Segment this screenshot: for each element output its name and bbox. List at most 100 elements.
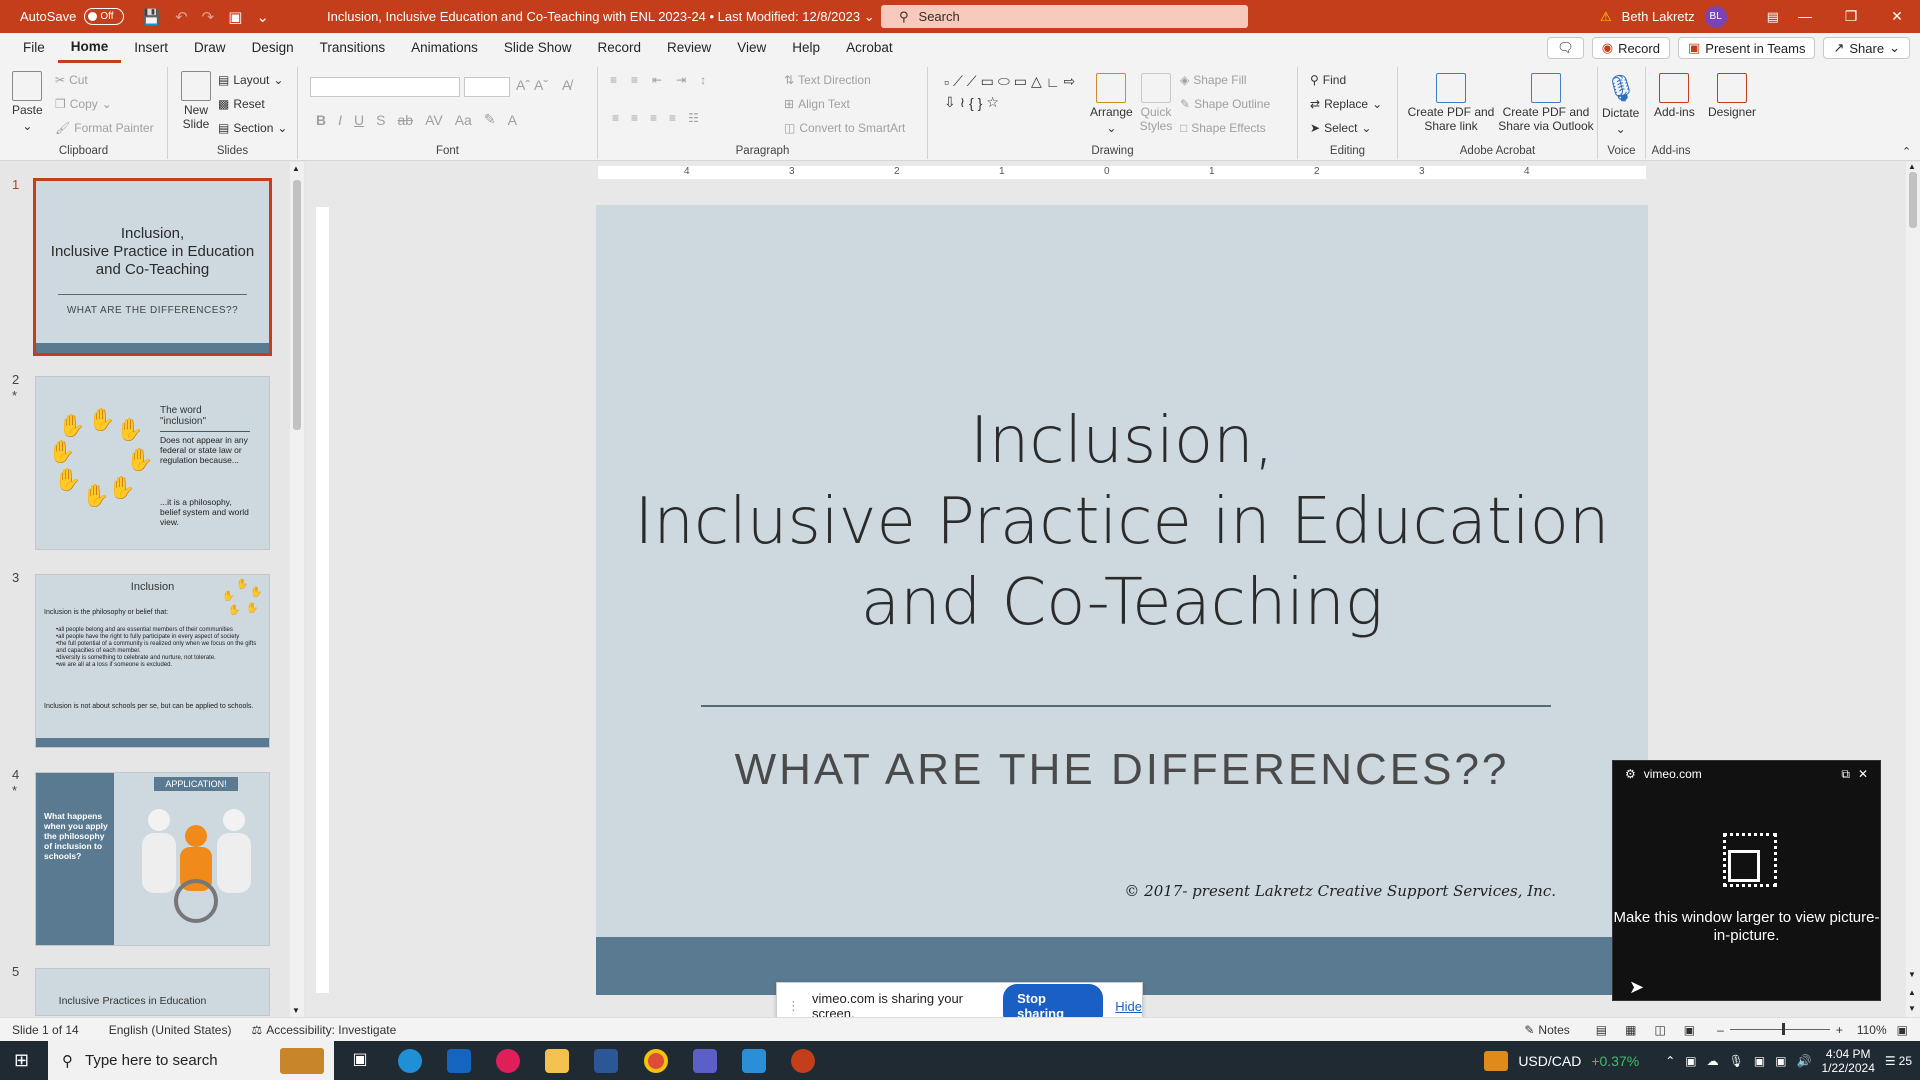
italic-icon[interactable]: I bbox=[338, 112, 342, 128]
cut-button[interactable]: ✂ Cut bbox=[55, 73, 88, 87]
arrange-button[interactable]: Arrange ⌄ bbox=[1090, 73, 1133, 135]
chrome-icon[interactable] bbox=[644, 1049, 668, 1073]
task-view-icon[interactable]: ▣ bbox=[348, 1049, 372, 1073]
restore-icon[interactable]: ❐ bbox=[1828, 0, 1874, 33]
paste-button[interactable]: Paste ⌄ bbox=[12, 71, 43, 133]
meet-now-icon[interactable]: ▣ bbox=[1685, 1054, 1696, 1068]
search-box[interactable]: ⚲ Search bbox=[881, 5, 1248, 28]
picture-in-picture-window[interactable]: ⚙ vimeo.com ⧉ ✕ Make this window larger … bbox=[1612, 760, 1881, 1001]
textbox-icon[interactable]: ▫ bbox=[944, 74, 949, 90]
tab-home[interactable]: Home bbox=[57, 33, 122, 63]
clear-format-icon[interactable]: A̸ bbox=[562, 77, 571, 93]
align-text-button[interactable]: ⊞ Align Text bbox=[784, 97, 850, 111]
tab-record[interactable]: Record bbox=[584, 33, 654, 63]
outlook-icon[interactable] bbox=[447, 1049, 471, 1073]
shape-fill-button[interactable]: ◈ Shape Fill bbox=[1180, 73, 1247, 87]
align-center-icon[interactable]: ≡ bbox=[631, 111, 638, 125]
align-left-icon[interactable]: ≡ bbox=[612, 111, 619, 125]
format-painter-button[interactable]: 🖌 Format Painter bbox=[55, 121, 154, 135]
select-button[interactable]: ➤ Select ⌄ bbox=[1310, 121, 1371, 135]
present-from-start-icon[interactable]: ▣ bbox=[228, 8, 242, 26]
slide-subtitle[interactable]: WHAT ARE THE DIFFERENCES?? bbox=[596, 745, 1648, 795]
slide-thumbnail-1[interactable]: Inclusion, Inclusive Practice in Educati… bbox=[33, 178, 272, 356]
slack-icon[interactable] bbox=[496, 1049, 520, 1073]
triangle-icon[interactable]: △ bbox=[1031, 73, 1042, 90]
oval-icon[interactable]: ⬭ bbox=[998, 73, 1010, 90]
bullets-icon[interactable]: ≡ bbox=[610, 73, 617, 87]
tab-view[interactable]: View bbox=[724, 33, 779, 63]
share-button[interactable]: ↗ Share ⌄ bbox=[1823, 37, 1910, 59]
word-icon[interactable] bbox=[594, 1049, 618, 1073]
shape-effects-button[interactable]: □ Shape Effects bbox=[1180, 121, 1266, 135]
shrink-font-icon[interactable]: Aˇ bbox=[534, 77, 548, 93]
char-spacing-icon[interactable]: AV bbox=[425, 112, 443, 128]
text-direction-button[interactable]: ⇅ Text Direction bbox=[784, 73, 871, 87]
customize-qat-icon[interactable]: ⌄ bbox=[256, 8, 269, 26]
edge-icon[interactable] bbox=[398, 1049, 422, 1073]
curve-icon[interactable]: ≀ bbox=[960, 94, 965, 111]
notifications-button[interactable]: ☰ 25 bbox=[1885, 1054, 1912, 1068]
copy-button[interactable]: ❐ Copy ⌄ bbox=[55, 97, 112, 111]
increase-indent-icon[interactable]: ⇥ bbox=[676, 73, 686, 87]
redo-icon[interactable]: ↷ bbox=[202, 8, 215, 26]
search-highlight-icon[interactable] bbox=[280, 1047, 324, 1074]
close-icon[interactable]: ✕ bbox=[1858, 767, 1868, 781]
rectangle-icon[interactable]: ▭ bbox=[981, 73, 994, 90]
font-color-icon[interactable]: A bbox=[508, 112, 517, 128]
reset-button[interactable]: ▩ Reset bbox=[218, 97, 265, 111]
autosave-control[interactable]: AutoSave Off bbox=[20, 8, 125, 25]
normal-view-icon[interactable]: ▤ bbox=[1596, 1023, 1607, 1037]
hide-link[interactable]: Hide bbox=[1115, 999, 1142, 1014]
scroll-down-icon[interactable]: ▼ bbox=[292, 1006, 300, 1015]
create-pdf-share-outlook-button[interactable]: Create PDF and Share via Outlook bbox=[1496, 73, 1596, 133]
network-icon[interactable]: ▣ bbox=[1775, 1054, 1786, 1068]
quick-styles-button[interactable]: Quick Styles bbox=[1136, 73, 1176, 133]
align-right-icon[interactable]: ≡ bbox=[650, 111, 657, 125]
warning-icon[interactable]: ⚠ bbox=[1600, 9, 1612, 25]
shape-outline-button[interactable]: ✎ Shape Outline bbox=[1180, 97, 1270, 111]
accessibility-status[interactable]: ⚖ Accessibility: Investigate bbox=[251, 1023, 396, 1037]
zoom-in-icon[interactable]: + bbox=[1836, 1023, 1843, 1037]
collapse-ribbon-icon[interactable]: ⌃ bbox=[1902, 145, 1911, 158]
down-arrow-icon[interactable]: ⇩ bbox=[944, 94, 956, 111]
slide-thumbnail-2[interactable]: ✋ ✋ ✋ ✋ ✋ ✋ ✋ ✋ The word "inclusion" Doe… bbox=[35, 376, 270, 550]
windows-start-icon[interactable]: ⊞ bbox=[14, 1050, 29, 1071]
slide-thumbnail-4[interactable]: What happens when you apply the philosop… bbox=[35, 772, 270, 946]
shadow-icon[interactable]: S bbox=[376, 112, 385, 128]
font-name-combo[interactable] bbox=[310, 77, 460, 97]
scroll-down-icon[interactable]: ▼ bbox=[1908, 970, 1916, 979]
zoom-slider-thumb[interactable] bbox=[1781, 1023, 1785, 1035]
tab-insert[interactable]: Insert bbox=[121, 33, 181, 63]
thumbnail-scrollbar[interactable]: ▲ ▼ bbox=[290, 162, 304, 1017]
ticker-symbol[interactable]: USD/CAD bbox=[1518, 1053, 1581, 1069]
tab-transitions[interactable]: Transitions bbox=[307, 33, 399, 63]
change-case-icon[interactable]: Aa bbox=[455, 112, 472, 128]
connector-icon[interactable]: ∟ bbox=[1046, 74, 1060, 90]
zoom-out-icon[interactable]: – bbox=[1717, 1023, 1724, 1037]
clock[interactable]: 4:04 PM 1/22/2024 bbox=[1821, 1047, 1874, 1075]
store-icon[interactable] bbox=[742, 1049, 766, 1073]
avatar[interactable]: BL bbox=[1704, 5, 1727, 28]
zoom-level[interactable]: 110% bbox=[1857, 1023, 1887, 1037]
scrollbar-thumb[interactable] bbox=[1909, 172, 1917, 228]
shapes-gallery[interactable]: ▫ ⟋ ⟋ ▭ ⬭ ▭ △ ∟ ⇨ ⇩ ≀{} ☆ bbox=[944, 73, 1084, 111]
fit-slide-icon[interactable]: ▣ bbox=[1897, 1023, 1908, 1037]
tab-slide-show[interactable]: Slide Show bbox=[491, 33, 585, 63]
justify-icon[interactable]: ≡ bbox=[669, 111, 676, 125]
rounded-rect-icon[interactable]: ▭ bbox=[1014, 73, 1027, 90]
current-slide[interactable]: Inclusion, Inclusive Practice in Educati… bbox=[596, 205, 1648, 995]
slide-title[interactable]: Inclusion, Inclusive Practice in Educati… bbox=[596, 401, 1648, 644]
slide-thumbnail-3[interactable]: Inclusion ✋ ✋ ✋ ✋ ✋ Inclusion is the philoso… bbox=[35, 574, 270, 748]
scroll-up-icon[interactable]: ▲ bbox=[1908, 162, 1916, 171]
language-status[interactable]: English (United States) bbox=[109, 1023, 232, 1037]
strikethrough-icon[interactable]: ab bbox=[397, 112, 413, 128]
back-to-tab-icon[interactable]: ⧉ bbox=[1841, 767, 1850, 782]
comments-button[interactable]: 🗨 bbox=[1547, 37, 1584, 59]
file-explorer-icon[interactable] bbox=[545, 1049, 569, 1073]
create-pdf-share-link-button[interactable]: Create PDF and Share link bbox=[1406, 73, 1496, 133]
undo-icon[interactable]: ↶ bbox=[175, 8, 188, 26]
slide-copyright[interactable]: © 2017- present Lakretz Creative Support… bbox=[1124, 882, 1556, 900]
find-button[interactable]: ⚲ Find bbox=[1310, 73, 1346, 87]
line-icon[interactable]: ⟋ bbox=[953, 73, 963, 90]
decrease-indent-icon[interactable]: ⇤ bbox=[652, 73, 662, 87]
